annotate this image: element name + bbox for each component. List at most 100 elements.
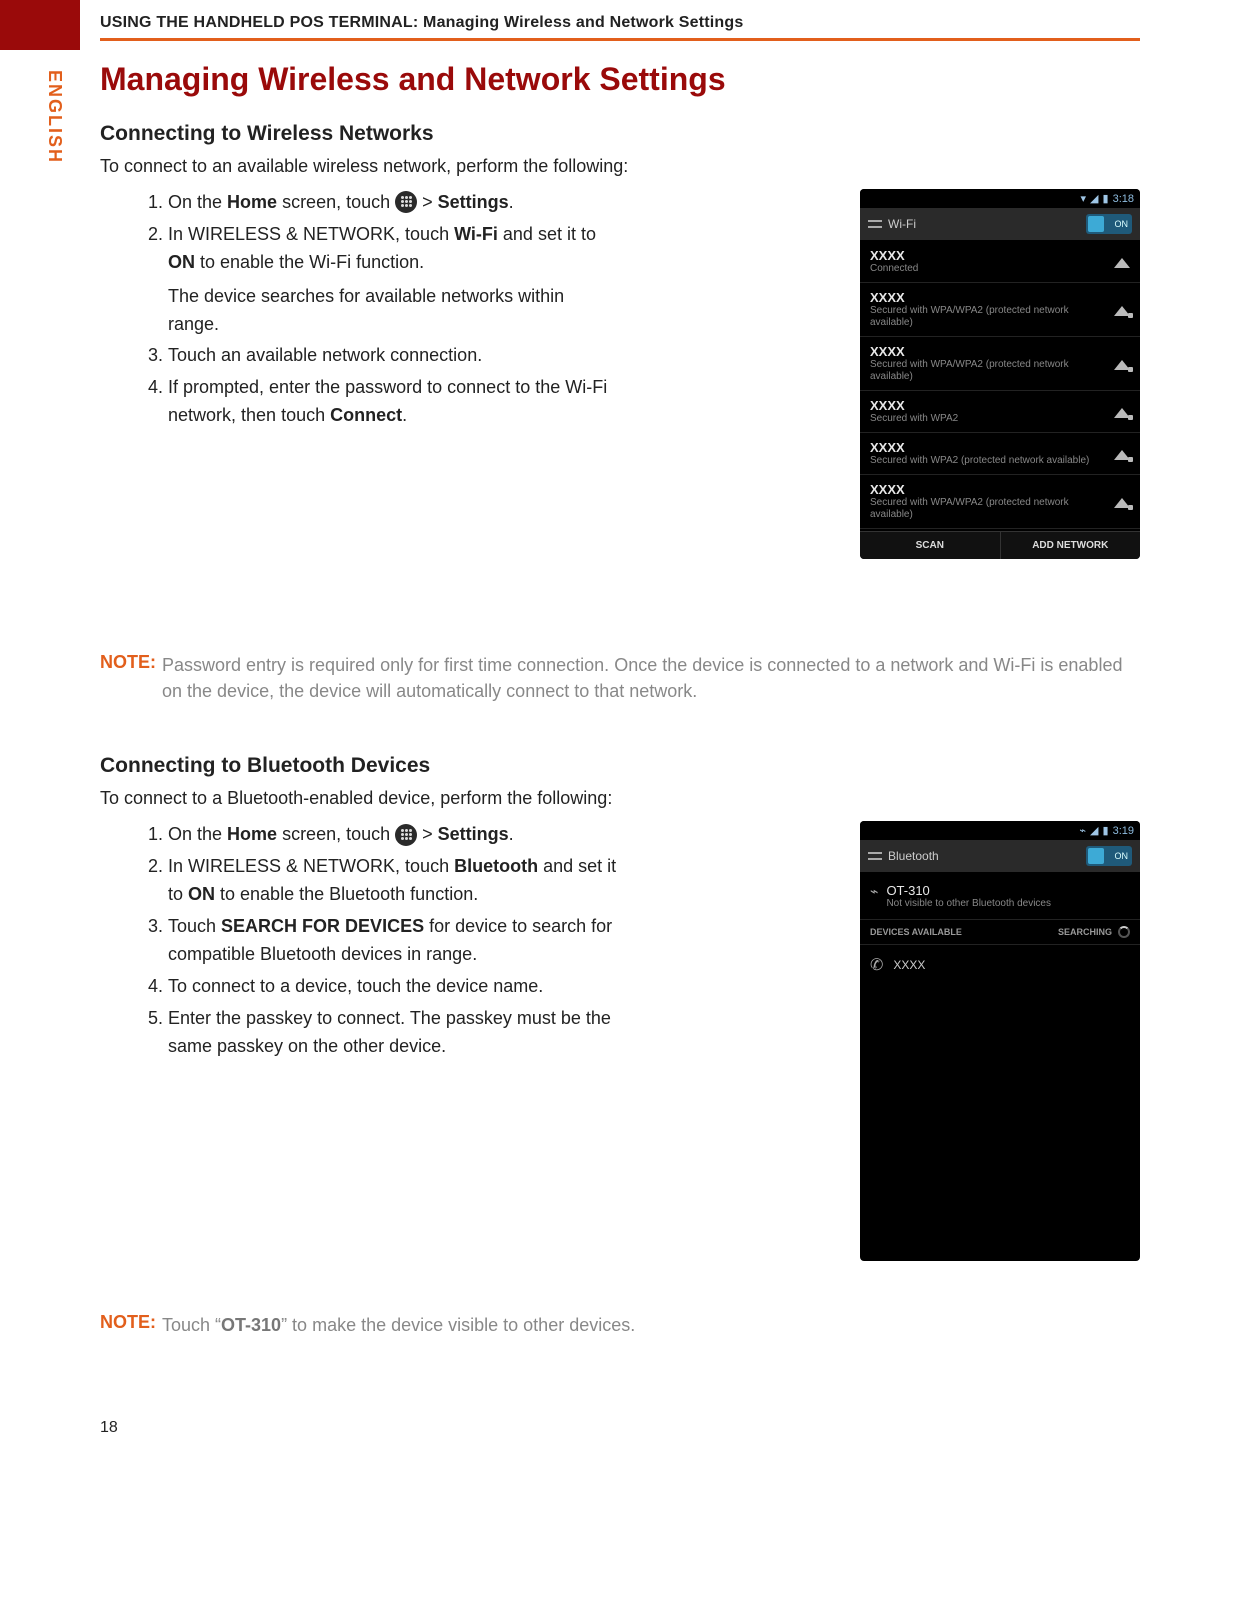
bt-self-device[interactable]: ⌁ OT-310 Not visible to other Bluetooth … <box>860 873 1140 920</box>
apps-icon <box>395 824 417 846</box>
bt-settings-header: Bluetooth ON <box>860 840 1140 873</box>
bt-tab-searching: SEARCHING <box>1058 927 1112 937</box>
bt-intro: To connect to a Bluetooth-enabled device… <box>100 788 1140 809</box>
text-bold: Connect <box>330 405 402 425</box>
ssid: XXXX <box>870 248 1114 263</box>
page-number: 18 <box>100 1419 1140 1437</box>
signal-icon: ◢ <box>1090 824 1098 837</box>
bt-step-5: Enter the passkey to connect. The passke… <box>168 1005 620 1061</box>
text-bold: Settings <box>438 824 509 844</box>
settings-icon <box>868 217 882 231</box>
note-label: NOTE: <box>100 1312 156 1338</box>
wifi-step-4: If prompted, enter the password to conne… <box>168 374 620 430</box>
text-bold: ON <box>168 252 195 272</box>
text: On the <box>168 192 227 212</box>
wifi-signal-lock-icon <box>1114 406 1130 418</box>
bt-note: NOTE: Touch “OT-310” to make the device … <box>100 1312 1140 1338</box>
wifi-network-item[interactable]: XXXXSecured with WPA/WPA2 (protected net… <box>860 475 1140 529</box>
text-bold: Home <box>227 824 277 844</box>
header-prefix: USING THE HANDHELD POS TERMINAL: <box>100 14 423 31</box>
bluetooth-icon: ⌁ <box>870 883 878 900</box>
text: The device searches for available networ… <box>168 283 620 339</box>
ssid: XXXX <box>870 482 1114 497</box>
wifi-signal-lock-icon <box>1114 448 1130 460</box>
battery-icon: ▮ <box>1103 192 1109 205</box>
bt-steps: On the Home screen, touch > Settings. In… <box>100 821 620 1060</box>
status-bar: ▾ ◢ ▮ 3:18 <box>860 189 1140 208</box>
text: to enable the Bluetooth function. <box>215 884 478 904</box>
wifi-network-item[interactable]: XXXXSecured with WPA/WPA2 (protected net… <box>860 283 1140 337</box>
network-sub: Secured with WPA2 <box>870 413 1114 425</box>
ssid: XXXX <box>870 344 1114 359</box>
text-bold: OT-310 <box>221 1315 281 1335</box>
clock: 3:18 <box>1113 193 1134 205</box>
bt-step-4: To connect to a device, touch the device… <box>168 973 620 1001</box>
ssid: XXXX <box>870 398 1114 413</box>
text: On the <box>168 824 227 844</box>
wifi-network-item[interactable]: XXXXConnected <box>860 241 1140 283</box>
wifi-toggle[interactable]: ON <box>1086 214 1132 234</box>
bt-heading: Connecting to Bluetooth Devices <box>100 754 1140 778</box>
text-bold: ON <box>188 884 215 904</box>
spinner-icon <box>1118 926 1130 938</box>
add-network-button[interactable]: ADD NETWORK <box>1001 532 1141 559</box>
toggle-label: ON <box>1115 851 1129 861</box>
network-sub: Secured with WPA/WPA2 (protected network… <box>870 497 1114 521</box>
network-sub: Secured with WPA2 (protected network ava… <box>870 455 1114 467</box>
page-header: USING THE HANDHELD POS TERMINAL: Managin… <box>100 0 1140 38</box>
bt-step-1: On the Home screen, touch > Settings. <box>168 821 620 849</box>
wifi-steps: On the Home screen, touch > Settings. In… <box>100 189 620 430</box>
bt-device-name: XXXX <box>893 958 925 972</box>
text: screen, touch <box>277 192 395 212</box>
wifi-network-item[interactable]: XXXXSecured with WPA/WPA2 (protected net… <box>860 337 1140 391</box>
bt-screenshot: ⌁ ◢ ▮ 3:19 Bluetooth ON ⌁ OT <box>860 821 1140 1261</box>
text: to enable the Wi-Fi function. <box>195 252 424 272</box>
network-sub: Secured with WPA/WPA2 (protected network… <box>870 305 1114 329</box>
text: . <box>402 405 407 425</box>
note-text: Password entry is required only for firs… <box>162 652 1140 704</box>
wifi-signal-lock-icon <box>1114 496 1130 508</box>
wifi-step-3: Touch an available network connection. <box>168 342 620 370</box>
wifi-signal-icon <box>1114 256 1130 268</box>
text-bold: Bluetooth <box>454 856 538 876</box>
network-sub: Secured with WPA/WPA2 (protected network… <box>870 359 1114 383</box>
wifi-signal-lock-icon <box>1114 304 1130 316</box>
toggle-label: ON <box>1115 219 1129 229</box>
text: > <box>417 192 438 212</box>
apps-icon <box>395 191 417 213</box>
wifi-signal-lock-icon <box>1114 358 1130 370</box>
settings-icon <box>868 849 882 863</box>
status-bar: ⌁ ◢ ▮ 3:19 <box>860 821 1140 840</box>
text: In WIRELESS & NETWORK, touch <box>168 224 454 244</box>
bluetooth-status-icon: ⌁ <box>1079 824 1086 837</box>
note-text: Touch “OT-310” to make the device visibl… <box>162 1312 1140 1338</box>
text: and set it to <box>498 224 596 244</box>
text: > <box>417 824 438 844</box>
bt-device-item[interactable]: ✆ XXXX <box>860 945 1140 985</box>
wifi-note: NOTE: Password entry is required only fo… <box>100 652 1140 704</box>
text-bold: Settings <box>438 192 509 212</box>
text: . <box>509 824 514 844</box>
wifi-heading: Connecting to Wireless Networks <box>100 122 1140 146</box>
wifi-network-list: XXXXConnected XXXXSecured with WPA/WPA2 … <box>860 241 1140 529</box>
note-label: NOTE: <box>100 652 156 704</box>
clock: 3:19 <box>1113 825 1134 837</box>
text: In WIRELESS & NETWORK, touch <box>168 856 454 876</box>
wifi-network-item[interactable]: XXXXSecured with WPA2 <box>860 391 1140 433</box>
bt-tabs: DEVICES AVAILABLE SEARCHING <box>860 920 1140 945</box>
phone-icon: ✆ <box>870 955 883 975</box>
text: screen, touch <box>277 824 395 844</box>
header-divider <box>100 38 1140 41</box>
bt-step-3: Touch SEARCH FOR DEVICES for device to s… <box>168 913 620 969</box>
bt-self-sub: Not visible to other Bluetooth devices <box>886 898 1051 909</box>
text-bold: Wi-Fi <box>454 224 498 244</box>
wifi-network-item[interactable]: XXXXSecured with WPA2 (protected network… <box>860 433 1140 475</box>
bt-tab-available: DEVICES AVAILABLE <box>870 927 962 937</box>
network-sub: Connected <box>870 263 1114 275</box>
bt-toggle[interactable]: ON <box>1086 846 1132 866</box>
page-title: Managing Wireless and Network Settings <box>100 61 1140 98</box>
wifi-footer: SCAN ADD NETWORK <box>860 531 1140 559</box>
scan-button[interactable]: SCAN <box>860 532 1001 559</box>
wifi-settings-header: Wi-Fi ON <box>860 208 1140 241</box>
signal-icon: ◢ <box>1090 192 1098 205</box>
